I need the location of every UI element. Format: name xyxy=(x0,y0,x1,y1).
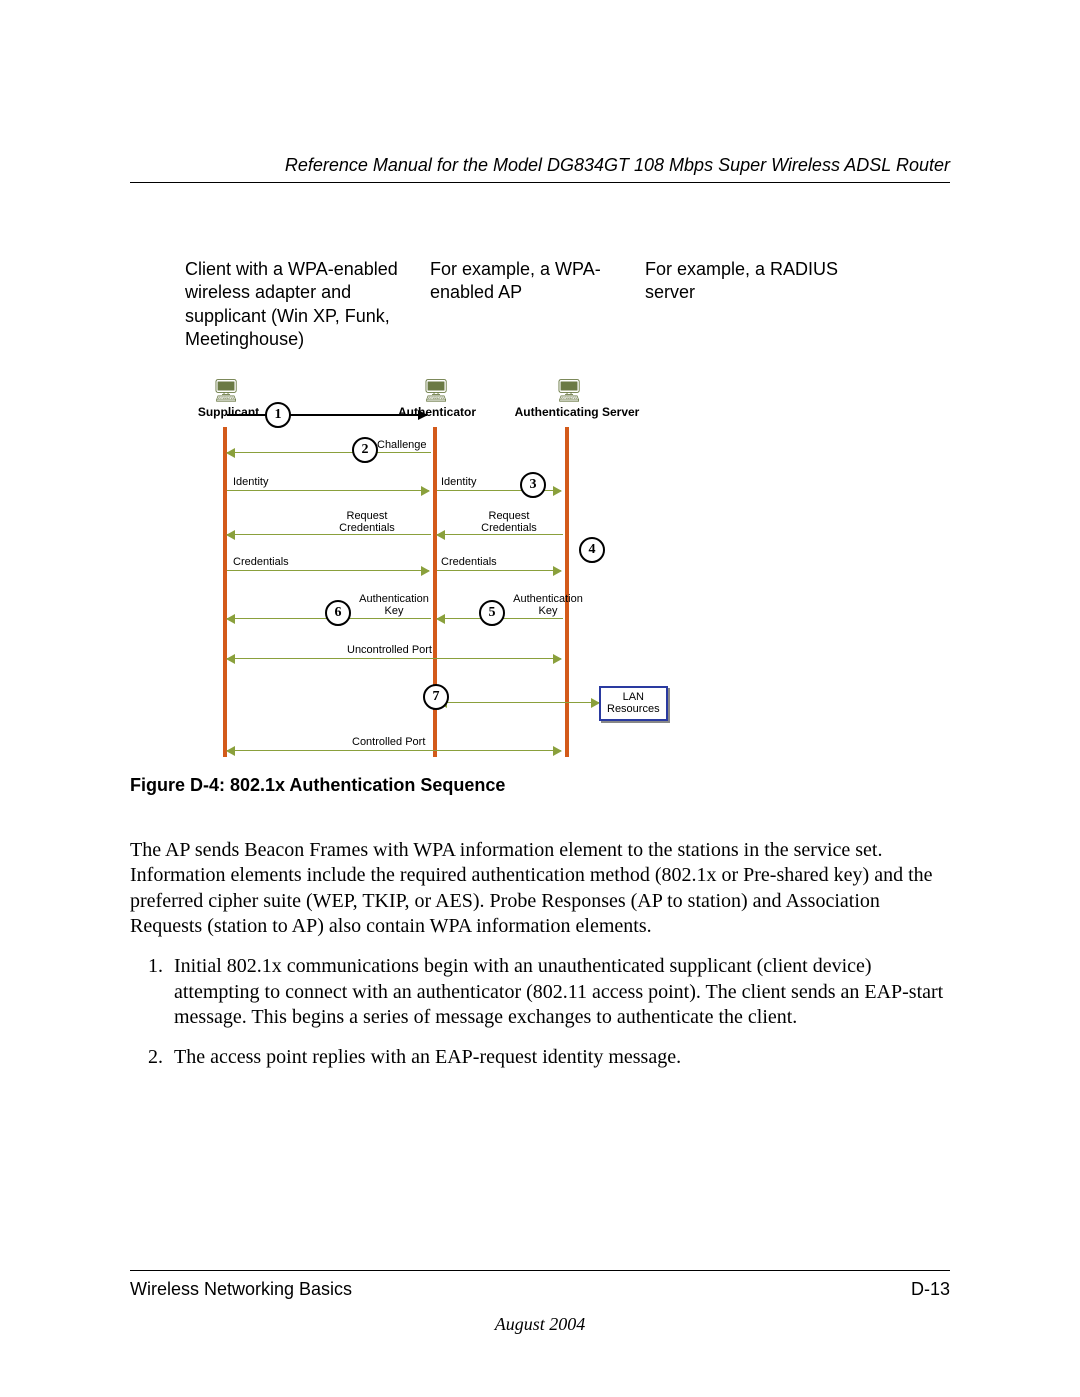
body-paragraph: The AP sends Beacon Frames with WPA info… xyxy=(130,838,950,940)
lifeline-server xyxy=(565,427,569,757)
document-page: Reference Manual for the Model DG834GT 1… xyxy=(0,0,1080,1070)
text-identity-l: Identity xyxy=(233,476,268,488)
step-circle-2: 2 xyxy=(352,437,378,463)
arrow-step1 xyxy=(227,414,427,416)
diagram-top-captions: Client with a WPA-enabled wireless adapt… xyxy=(185,258,950,352)
text-challenge: Challenge xyxy=(377,439,427,451)
step-circle-6: 6 xyxy=(325,600,351,626)
label-authenticator: Authenticator xyxy=(387,405,487,419)
label-auth-server: Authenticating Server xyxy=(507,405,647,419)
list-item: Initial 802.1x communications begin with… xyxy=(168,954,950,1031)
caption-ap: For example, a WPA-enabled AP xyxy=(430,258,645,352)
sequence-diagram: 🖥 🖥 🖥 Supplicant Authenticator Authentic… xyxy=(207,372,732,757)
header-title: Reference Manual for the Model DG834GT 1… xyxy=(285,155,950,175)
text-authkey-r: Authentication Key xyxy=(503,593,593,617)
text-authkey-l: Authentication Key xyxy=(349,593,439,617)
supplicant-icon: 🖥 xyxy=(212,378,240,404)
footer-section: Wireless Networking Basics xyxy=(130,1279,352,1300)
footer-page-number: D-13 xyxy=(911,1279,950,1300)
step-circle-1: 1 xyxy=(265,402,291,428)
figure-caption: Figure D-4: 802.1x Authentication Sequen… xyxy=(130,775,950,796)
arrow-cred-l xyxy=(227,570,429,571)
text-reqcred-r: Request Credentials xyxy=(469,510,549,534)
label-supplicant: Supplicant xyxy=(191,405,266,419)
text-cred-r: Credentials xyxy=(441,556,497,568)
caption-client: Client with a WPA-enabled wireless adapt… xyxy=(185,258,430,352)
text-cred-l: Credentials xyxy=(233,556,289,568)
page-header: Reference Manual for the Model DG834GT 1… xyxy=(130,155,950,183)
text-uncontrolled: Uncontrolled Port xyxy=(347,644,432,656)
footer-date: August 2004 xyxy=(130,1314,950,1335)
arrow-challenge xyxy=(227,452,431,453)
arrow-controlled xyxy=(227,750,561,751)
arrow-identity-l xyxy=(227,490,429,491)
page-footer: Wireless Networking Basics D-13 August 2… xyxy=(130,1270,950,1335)
text-controlled: Controlled Port xyxy=(352,736,425,748)
text-reqcred-l: Request Credentials xyxy=(327,510,407,534)
text-identity-r: Identity xyxy=(441,476,476,488)
list-item: The access point replies with an EAP-req… xyxy=(168,1045,950,1071)
server-icon: 🖥 xyxy=(555,378,583,404)
arrow-controlled-lan xyxy=(439,702,599,703)
authenticator-icon: 🖥 xyxy=(422,378,450,404)
arrow-uncontrolled xyxy=(227,658,561,659)
body-ordered-list: Initial 802.1x communications begin with… xyxy=(130,954,950,1070)
step-circle-3: 3 xyxy=(520,472,546,498)
caption-server: For example, a RADIUS server xyxy=(645,258,845,352)
arrow-cred-r xyxy=(437,570,561,571)
step-circle-7: 7 xyxy=(423,684,449,710)
lan-resources-box: LAN Resources xyxy=(599,686,668,721)
lifeline-supplicant xyxy=(223,427,227,757)
step-circle-4: 4 xyxy=(579,537,605,563)
step-circle-5: 5 xyxy=(479,600,505,626)
